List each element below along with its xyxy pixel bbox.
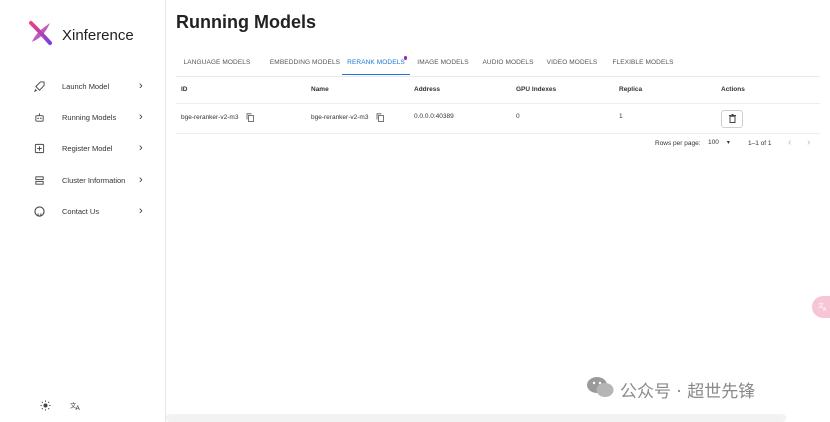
tab-video-models[interactable]: VIDEO MODELS [540,50,604,75]
sidebar-item-label: Launch Model [62,81,110,91]
sidebar: Xinference Launch Model › Running Models… [0,0,166,422]
previous-page-icon[interactable]: ‹ [788,137,791,148]
wechat-icon [586,376,614,403]
tab-image-models[interactable]: IMAGE MODELS [410,50,476,75]
tab-audio-models[interactable]: AUDIO MODELS [476,50,540,75]
chevron-right-icon: › [139,205,143,217]
cell-address: 0.0.0.0:40389 [414,113,454,120]
rocket-icon [33,80,45,92]
translate-icon[interactable]: 文A [69,398,83,412]
column-header-replica[interactable]: Replica [619,86,642,93]
caret-down-icon: ▾ [726,140,730,146]
trash-icon [728,110,736,128]
robot-icon [33,111,45,123]
copy-icon[interactable] [376,113,385,122]
column-header-name[interactable]: Name [311,86,329,93]
tab-embedding-models[interactable]: EMBEDDING MODELS [258,50,352,75]
model-type-tabs: LANGUAGE MODELS EMBEDDING MODELS RERANK … [176,50,820,77]
sidebar-item-label: Running Models [62,112,117,122]
rows-per-page-value: 100 [708,139,719,146]
copy-icon[interactable] [246,113,255,122]
storage-icon [33,174,45,186]
sidebar-item-cluster-information[interactable]: Cluster Information › [0,165,165,195]
horizontal-scrollbar[interactable] [166,414,786,422]
sidebar-item-contact-us[interactable]: Contact Us › [0,196,165,226]
sidebar-item-label: Contact Us [62,206,100,216]
model-name: bge-reranker-v2-m3 [311,114,369,121]
tab-flexible-models[interactable]: FLEXIBLE MODELS [604,50,682,75]
sidebar-item-label: Cluster Information [62,175,126,185]
tab-label: RERANK MODELS [347,58,405,66]
page-title: Running Models [176,12,316,32]
sidebar-item-register-model[interactable]: Register Model › [0,133,165,163]
watermark: 公众号 · 超世先锋 [586,376,755,403]
svg-text:A: A [76,404,81,411]
header-divider [176,103,820,104]
model-id: bge-reranker-v2-m3 [181,114,239,121]
watermark-text: 公众号 · 超世先锋 [620,382,756,402]
next-page-icon[interactable]: › [807,137,810,148]
column-header-actions: Actions [721,86,745,93]
app-title: Xinference [62,27,134,44]
main-content: Running Models LANGUAGE MODELS EMBEDDING… [166,0,830,422]
cell-id: bge-reranker-v2-m3 [181,113,255,122]
cell-gpu-indexes: 0 [516,113,520,120]
xinference-logo-icon [28,20,54,51]
column-header-address[interactable]: Address [414,86,440,93]
rows-per-page-label: Rows per page: [655,140,701,147]
chevron-right-icon: › [139,111,143,123]
tab-language-models[interactable]: LANGUAGE MODELS [176,50,258,75]
sidebar-item-launch-model[interactable]: Launch Model › [0,71,165,101]
cell-replica: 1 [619,113,623,120]
sun-icon[interactable] [38,398,52,412]
chevron-right-icon: › [139,80,143,92]
sidebar-item-label: Register Model [62,143,113,153]
notification-dot [403,56,407,60]
add-box-icon [33,142,45,154]
github-icon [33,205,45,217]
chevron-right-icon: › [139,142,143,154]
column-header-gpu-indexes[interactable]: GPU Indexes [516,86,556,93]
floating-translate-button[interactable]: 文A [812,296,830,318]
rows-per-page-select[interactable]: 100 ▾ [708,139,730,146]
translate-icon: 文A [818,298,828,316]
delete-button[interactable] [721,110,743,128]
tab-rerank-models[interactable]: RERANK MODELS [342,50,410,75]
cell-name: bge-reranker-v2-m3 [311,113,385,122]
column-header-id[interactable]: ID [181,86,188,93]
brand[interactable]: Xinference [28,20,134,51]
chevron-right-icon: › [139,174,143,186]
row-divider [176,133,820,134]
pagination-range: 1–1 of 1 [748,140,772,147]
svg-text:A: A [823,307,827,311]
sidebar-item-running-models[interactable]: Running Models › [0,102,165,132]
